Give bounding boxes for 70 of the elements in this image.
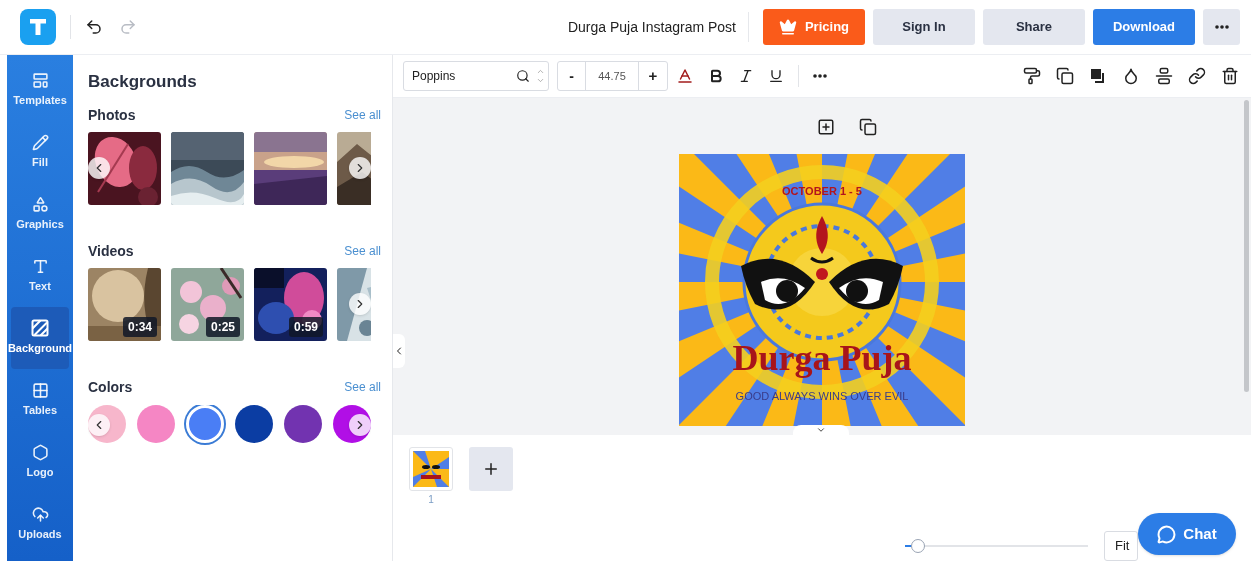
pricing-button[interactable]: Pricing (763, 9, 865, 45)
color-swatch[interactable] (186, 404, 224, 443)
section-title: Photos (88, 105, 136, 125)
chat-bubble-icon (1157, 524, 1177, 544)
hatched-square-icon (31, 319, 49, 338)
page-thumbnail[interactable] (409, 447, 453, 491)
template-icon (31, 71, 49, 89)
chevron-down-icon (816, 425, 826, 435)
bold-icon[interactable] (708, 68, 724, 84)
more-button[interactable] (1203, 9, 1240, 45)
scrollbar[interactable] (1244, 100, 1249, 392)
table-icon (31, 381, 49, 399)
text-icon (31, 257, 49, 275)
page-number: 1 (428, 493, 434, 507)
logo-mark-icon (28, 17, 48, 37)
duplicate-page-icon[interactable] (859, 118, 877, 136)
zoom-slider[interactable] (905, 539, 1088, 553)
droplet-icon[interactable] (1122, 67, 1140, 85)
trash-icon[interactable] (1221, 67, 1239, 85)
text-color-icon[interactable] (676, 67, 694, 85)
see-all-link[interactable]: See all (344, 242, 381, 260)
copy-icon[interactable] (1056, 67, 1074, 85)
section-title: Colors (88, 377, 133, 397)
increase-size-button[interactable]: + (639, 62, 667, 90)
add-page-button[interactable] (469, 447, 513, 491)
undo-icon (85, 18, 103, 36)
app-logo[interactable] (20, 9, 56, 45)
plus-icon (482, 460, 500, 478)
thumbnail-drawing (413, 451, 449, 487)
section-title: Videos (88, 241, 134, 261)
sidebar-item[interactable]: Logo (11, 431, 69, 493)
font-field[interactable]: Poppins (403, 61, 549, 91)
font-size-field[interactable]: 44.75 (586, 62, 639, 90)
paint-roller-icon[interactable] (1023, 67, 1041, 85)
sidebar-item[interactable]: Templates (11, 59, 69, 121)
download-button[interactable]: Download (1093, 9, 1195, 45)
pencil-icon (31, 133, 49, 151)
sidebar-item[interactable]: Text (11, 245, 69, 307)
italic-icon[interactable] (738, 68, 754, 84)
search-icon (516, 69, 530, 83)
redo-icon (119, 18, 137, 36)
more-icon (1214, 25, 1229, 29)
color-swatch[interactable] (235, 404, 273, 443)
sidebar-item[interactable]: Uploads (11, 493, 69, 555)
see-all-link[interactable]: See all (344, 378, 381, 396)
hexagon-icon (31, 443, 49, 461)
add-page-icon[interactable] (817, 118, 835, 136)
panel-title: Backgrounds (88, 71, 198, 93)
decrease-size-button[interactable]: - (558, 62, 586, 90)
header-button[interactable]: Share (983, 9, 1085, 45)
crown-icon (778, 18, 797, 36)
more-options-icon[interactable] (813, 74, 827, 78)
underline-icon[interactable] (768, 68, 784, 84)
header-button[interactable]: Sign In (873, 9, 975, 45)
zoom-fit-dropdown[interactable]: Fit (1104, 531, 1138, 561)
link-icon[interactable] (1188, 67, 1206, 85)
document-title[interactable]: Durga Puja Instagram Post (567, 16, 736, 38)
slider-thumb[interactable] (910, 539, 925, 553)
shapes-icon (31, 195, 49, 213)
sidebar-item[interactable]: Tables (11, 369, 69, 431)
cloud-upload-icon (31, 505, 49, 523)
color-swatch[interactable] (284, 404, 322, 443)
align-center-icon[interactable] (1155, 67, 1173, 85)
layers-icon[interactable] (1089, 67, 1107, 85)
sidebar-item[interactable]: Graphics (11, 183, 69, 245)
color-swatch[interactable] (137, 404, 175, 443)
see-all-link[interactable]: See all (344, 106, 381, 124)
sidebar-item[interactable]: Fill (11, 121, 69, 183)
chat-button[interactable]: Chat (1138, 513, 1236, 555)
collapse-panel-button[interactable] (393, 334, 405, 368)
